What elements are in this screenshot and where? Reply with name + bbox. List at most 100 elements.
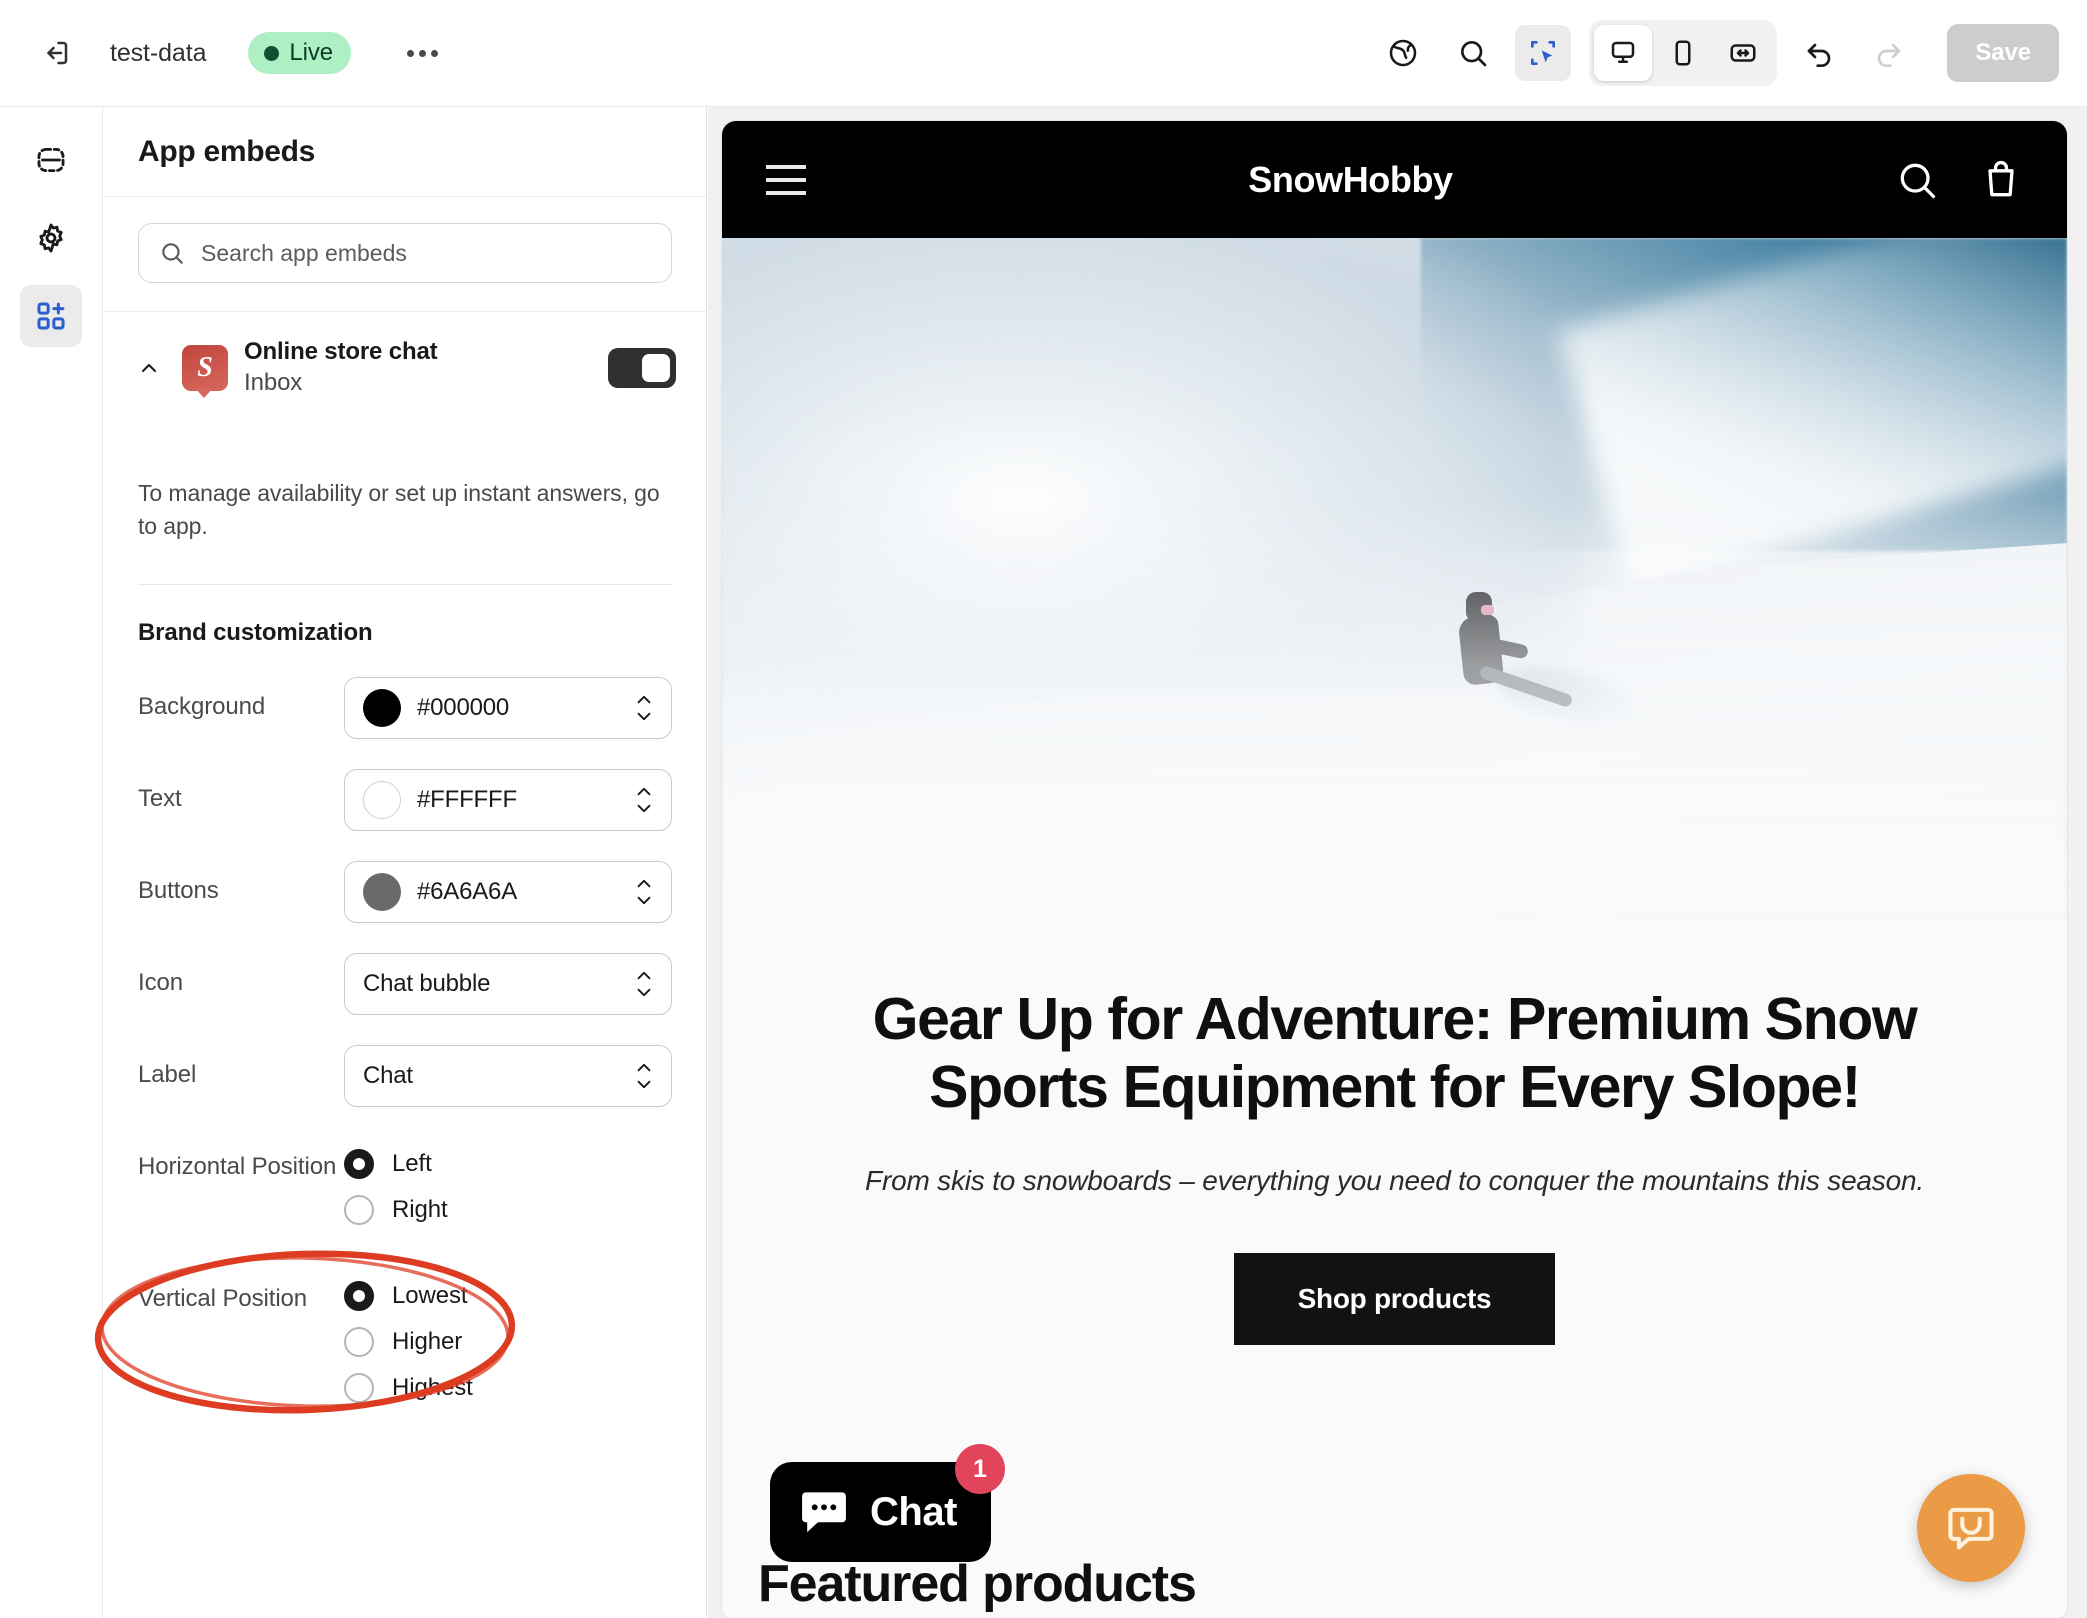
radio-horizontal-right[interactable]: Right bbox=[344, 1194, 448, 1225]
search-input[interactable] bbox=[201, 239, 651, 267]
label-select-value: Chat bbox=[363, 1061, 413, 1089]
buttons-color-swatch bbox=[363, 872, 401, 911]
toolbar-left-group: test-data Live bbox=[0, 29, 445, 77]
inspector-toggle-button[interactable] bbox=[1515, 25, 1572, 81]
app-embed-toggle[interactable] bbox=[608, 347, 676, 388]
vertical-position-group: Vertical Position Lowest Higher Highest bbox=[104, 1280, 706, 1403]
buttons-color-picker[interactable]: #6A6A6A bbox=[344, 860, 672, 923]
search-section bbox=[104, 197, 706, 312]
app-icon-letter: S bbox=[197, 351, 213, 383]
desktop-icon bbox=[1612, 41, 1635, 63]
fullwidth-icon bbox=[1730, 44, 1756, 62]
undo-icon bbox=[1808, 43, 1831, 67]
collapse-toggle-button[interactable] bbox=[132, 351, 166, 385]
radio-label: Higher bbox=[392, 1327, 463, 1355]
sidebar-item-sections[interactable] bbox=[20, 129, 82, 191]
radio-label: Lowest bbox=[392, 1281, 468, 1309]
text-color-swatch bbox=[363, 780, 401, 819]
label-select[interactable]: Chat bbox=[344, 1044, 672, 1107]
radio-vertical-lowest[interactable]: Lowest bbox=[344, 1280, 473, 1311]
vertical-position-options: Lowest Higher Highest bbox=[344, 1280, 473, 1403]
field-label-background: Background bbox=[138, 693, 266, 721]
field-label-text: Text bbox=[138, 785, 182, 813]
panel-header: App embeds bbox=[104, 107, 706, 197]
globe-button[interactable] bbox=[1375, 25, 1431, 81]
text-color-picker[interactable]: #FFFFFF bbox=[344, 768, 672, 831]
desktop-preview-button[interactable] bbox=[1594, 25, 1653, 81]
hero-image bbox=[722, 238, 2067, 919]
status-badge-label: Live bbox=[289, 39, 334, 66]
buttons-color-value: #6A6A6A bbox=[417, 877, 518, 905]
storefront-header: SnowHobby bbox=[722, 121, 2067, 238]
app-embeds-panel: App embeds S Online store chat Inbox To … bbox=[104, 107, 707, 1618]
toggle-knob bbox=[642, 353, 670, 382]
text-color-value: #FFFFFF bbox=[417, 785, 517, 813]
field-text: Text #FFFFFF bbox=[104, 768, 706, 831]
editor-left-rail bbox=[0, 107, 103, 1618]
sidebar-item-settings[interactable] bbox=[20, 207, 82, 269]
chevron-up-icon bbox=[141, 363, 157, 372]
chat-bubble-icon bbox=[802, 1492, 846, 1533]
status-badge: Live bbox=[248, 32, 352, 74]
background-color-value: #000000 bbox=[417, 693, 510, 721]
top-toolbar: test-data Live Save bbox=[0, 0, 2087, 107]
app-embeds-icon bbox=[37, 302, 65, 330]
ellipsis-icon bbox=[406, 49, 414, 57]
stepper-icon bbox=[633, 970, 655, 998]
sections-icon bbox=[37, 147, 65, 173]
hero-powder-haze bbox=[722, 496, 2067, 919]
fullwidth-preview-button[interactable] bbox=[1714, 25, 1772, 81]
storefront-actions bbox=[1895, 158, 2023, 202]
radio-indicator bbox=[344, 1326, 374, 1357]
save-button[interactable]: Save bbox=[1947, 24, 2059, 82]
stepper-icon bbox=[633, 786, 655, 814]
hamburger-menu-icon[interactable] bbox=[766, 164, 806, 195]
field-buttons: Buttons #6A6A6A bbox=[104, 860, 706, 923]
horizontal-position-group: Horizontal Position Left Right bbox=[104, 1148, 706, 1225]
sidebar-item-app-embeds[interactable] bbox=[20, 285, 82, 347]
app-embed-item[interactable]: S Online store chat Inbox bbox=[104, 312, 706, 419]
brand-customization-heading: Brand customization bbox=[138, 618, 373, 646]
radio-indicator bbox=[344, 1148, 374, 1179]
background-color-picker[interactable]: #000000 bbox=[344, 676, 672, 739]
search-icon bbox=[162, 243, 183, 264]
hero-content: Gear Up for Adventure: Premium Snow Spor… bbox=[722, 919, 2067, 1346]
cart-icon[interactable] bbox=[1979, 158, 2023, 202]
stepper-icon bbox=[633, 878, 655, 906]
helper-text: To manage availability or set up instant… bbox=[138, 480, 660, 540]
exit-editor-button[interactable] bbox=[32, 29, 80, 77]
tidio-chat-launcher[interactable] bbox=[1917, 1474, 2025, 1582]
theme-preview-area: SnowHobby Gear Up for Adventure: Premium… bbox=[708, 107, 2087, 1618]
undo-button[interactable] bbox=[1791, 25, 1847, 81]
field-label: Label Chat bbox=[104, 1044, 706, 1107]
vertical-position-label: Vertical Position bbox=[138, 1284, 308, 1312]
exit-icon bbox=[47, 41, 68, 65]
mobile-preview-button[interactable] bbox=[1654, 25, 1712, 81]
more-options-button[interactable] bbox=[399, 30, 445, 76]
radio-indicator bbox=[344, 1194, 374, 1225]
app-embed-title: Online store chat bbox=[244, 338, 438, 365]
icon-select[interactable]: Chat bubble bbox=[344, 952, 672, 1015]
globe-icon bbox=[1390, 39, 1417, 67]
radio-vertical-highest[interactable]: Highest bbox=[344, 1372, 473, 1403]
storefront-preview: SnowHobby Gear Up for Adventure: Premium… bbox=[722, 121, 2067, 1618]
app-embed-labels: Online store chat Inbox bbox=[244, 338, 438, 397]
search-button[interactable] bbox=[1445, 25, 1501, 81]
field-icon: Icon Chat bubble bbox=[104, 952, 706, 1015]
stepper-icon bbox=[633, 1062, 655, 1090]
online-store-chat-widget[interactable]: Chat 1 bbox=[770, 1444, 1005, 1562]
smiley-chat-icon bbox=[1948, 1507, 1994, 1550]
redo-button[interactable] bbox=[1861, 25, 1917, 81]
mobile-icon bbox=[1675, 40, 1691, 66]
inspector-icon bbox=[1531, 41, 1556, 65]
field-background: Background #000000 bbox=[104, 676, 706, 739]
radio-horizontal-left[interactable]: Left bbox=[344, 1148, 448, 1179]
search-box[interactable] bbox=[138, 223, 672, 283]
radio-label: Highest bbox=[392, 1373, 473, 1401]
app-embed-subtitle: Inbox bbox=[244, 369, 303, 396]
radio-vertical-higher[interactable]: Higher bbox=[344, 1326, 473, 1357]
radio-indicator bbox=[344, 1280, 374, 1311]
search-icon[interactable] bbox=[1895, 158, 1939, 202]
toolbar-right-group: Save bbox=[1375, 20, 2087, 86]
shop-products-button[interactable]: Shop products bbox=[1233, 1253, 1556, 1346]
